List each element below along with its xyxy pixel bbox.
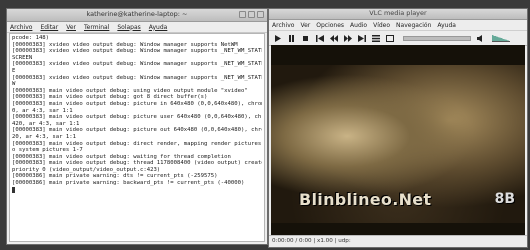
terminal-output[interactable]: pcode: 148) [00000383] xvideo video outp… xyxy=(9,33,265,242)
previous-icon xyxy=(315,34,324,42)
stop-icon xyxy=(303,35,308,41)
terminal-line: [00000383] xvideo video output debug: Wi… xyxy=(12,41,238,48)
speaker-icon xyxy=(476,34,485,43)
next-icon xyxy=(357,34,366,42)
stop-button[interactable] xyxy=(301,34,310,43)
terminal-line: [00000383] main video output debug: thre… xyxy=(12,160,262,167)
vlc-menu-ver[interactable]: Ver xyxy=(300,22,310,29)
terminal-line: SCREEN xyxy=(12,54,33,61)
playlist-button[interactable] xyxy=(371,34,380,43)
terminal-titlebar[interactable]: katherine@katherine-laptop: ~ xyxy=(7,9,267,22)
terminal-line: o system pictures 1-7 xyxy=(12,147,83,154)
menu-archivo[interactable]: Archivo xyxy=(10,24,32,31)
terminal-line: pcode: 148) xyxy=(12,35,50,41)
vlc-menu-opciones[interactable]: Opciones xyxy=(316,22,344,29)
terminal-line: [00000386] main private warning: backwar… xyxy=(12,180,245,187)
terminal-line: [00000383] main video output debug: pict… xyxy=(12,127,262,134)
close-button[interactable] xyxy=(257,11,264,18)
vlc-menubar: Archivo Ver Opciones Audio Vídeo Navegac… xyxy=(269,20,527,30)
terminal-line: [00000383] xvideo video output debug: Wi… xyxy=(12,74,262,81)
play-button[interactable] xyxy=(273,34,282,43)
menu-ver[interactable]: Ver xyxy=(66,24,76,31)
terminal-line: 20, ar 4:3, sar 1:1 xyxy=(12,133,76,140)
vlc-menu-video[interactable]: Vídeo xyxy=(373,22,390,29)
pause-button[interactable] xyxy=(287,34,296,43)
menu-ayuda[interactable]: Ayuda xyxy=(149,24,168,31)
terminal-line: [00000383] main video output debug: dire… xyxy=(12,140,262,147)
menu-solapas[interactable]: Solapas xyxy=(117,24,140,31)
terminal-line: [00000383] xvideo video output debug: Wi… xyxy=(12,61,262,68)
terminal-line: 420, ar 4:3, sar 1:1 xyxy=(12,120,80,127)
minimize-button[interactable] xyxy=(239,11,246,18)
terminal-line: [00000386] main private warning: dts != … xyxy=(12,173,218,180)
video-logo: 8B xyxy=(494,191,515,207)
seek-slider[interactable] xyxy=(403,35,471,41)
terminal-cursor xyxy=(12,186,15,193)
terminal-line: [00000383] main video output debug: usin… xyxy=(12,87,248,94)
terminal-line: priority 0 (video_output/video_output.c:… xyxy=(12,166,161,173)
previous-button[interactable] xyxy=(315,34,324,43)
vlc-menu-ayuda[interactable]: Ayuda xyxy=(437,22,456,29)
terminal-title: katherine@katherine-laptop: ~ xyxy=(86,10,188,18)
forward-button[interactable] xyxy=(343,34,352,43)
terminal-line: [00000383] main video output debug: pict… xyxy=(12,114,262,121)
playlist-icon xyxy=(371,34,380,42)
terminal-line: 0, ar 4:3, sar 1:1 xyxy=(12,107,73,114)
terminal-line: [00000383] xvideo video output debug: Wi… xyxy=(12,48,262,55)
forward-icon xyxy=(343,34,352,42)
terminal-prompt[interactable] xyxy=(12,186,262,194)
terminal-window: katherine@katherine-laptop: ~ Archivo Ed… xyxy=(6,8,268,245)
vlc-window: VLC media player Archivo Ver Opciones Au… xyxy=(268,8,528,248)
terminal-line: [00000383] main video output debug: pict… xyxy=(12,100,262,107)
video-watermark: Blinblineo.Net xyxy=(299,190,432,209)
play-icon xyxy=(275,34,281,42)
fullscreen-button[interactable] xyxy=(385,34,394,43)
rewind-button[interactable] xyxy=(329,34,338,43)
terminal-menubar: Archivo Editar Ver Terminal Solapas Ayud… xyxy=(7,22,267,33)
fullscreen-icon xyxy=(385,34,394,42)
pause-icon xyxy=(289,34,294,42)
menu-editar[interactable]: Editar xyxy=(40,24,58,31)
volume-slider[interactable] xyxy=(492,34,510,42)
video-area[interactable]: Blinblineo.Net 8B xyxy=(271,45,525,235)
rewind-icon xyxy=(329,34,338,42)
terminal-line: [00000383] main video output debug: wait… xyxy=(12,153,231,160)
next-button[interactable] xyxy=(357,34,366,43)
vlc-title: VLC media player xyxy=(369,9,427,17)
terminal-window-controls xyxy=(239,11,264,18)
vlc-menu-audio[interactable]: Audio xyxy=(350,22,367,29)
maximize-button[interactable] xyxy=(248,11,255,18)
terminal-line: E xyxy=(12,67,16,74)
menu-terminal[interactable]: Terminal xyxy=(84,24,109,31)
vlc-toolbar xyxy=(269,30,527,46)
vlc-statusbar: 0:00:00 / 0:00 | x1.00 | udp: xyxy=(269,235,527,247)
terminal-line: W xyxy=(12,81,16,88)
vlc-menu-archivo[interactable]: Archivo xyxy=(272,22,294,29)
vlc-menu-navegacion[interactable]: Navegación xyxy=(396,22,431,29)
terminal-line: [00000383] main video output debug: got … xyxy=(12,94,208,101)
vlc-titlebar[interactable]: VLC media player xyxy=(269,9,527,20)
